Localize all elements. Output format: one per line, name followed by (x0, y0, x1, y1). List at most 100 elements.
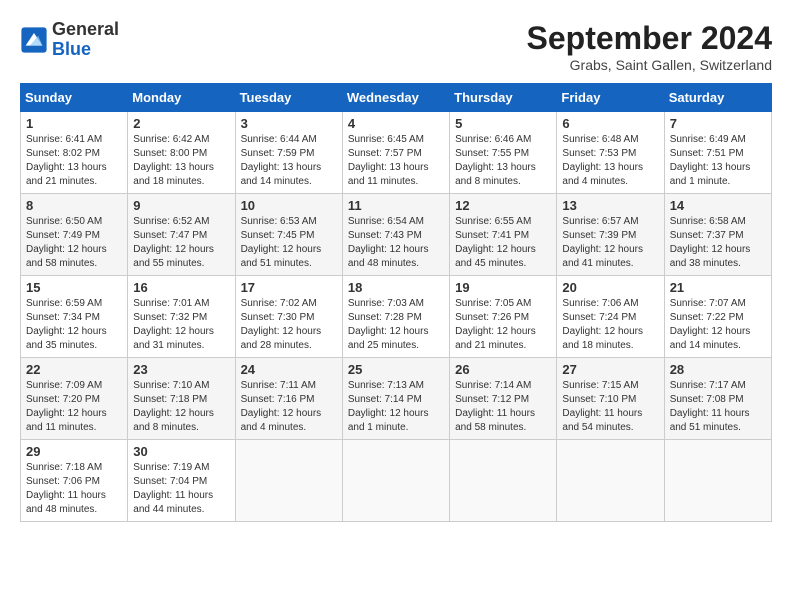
calendar-subtitle: Grabs, Saint Gallen, Switzerland (527, 57, 772, 73)
day-info: Sunrise: 7:14 AMSunset: 7:12 PMDaylight:… (455, 380, 535, 433)
day-number: 20 (562, 280, 658, 295)
calendar-cell: 20 Sunrise: 7:06 AMSunset: 7:24 PMDaylig… (557, 276, 664, 358)
calendar-cell: 16 Sunrise: 7:01 AMSunset: 7:32 PMDaylig… (128, 276, 235, 358)
calendar-cell (235, 440, 342, 522)
day-info: Sunrise: 7:07 AMSunset: 7:22 PMDaylight:… (670, 298, 751, 351)
header-row: SundayMondayTuesdayWednesdayThursdayFrid… (21, 84, 772, 112)
day-info: Sunrise: 7:06 AMSunset: 7:24 PMDaylight:… (562, 298, 643, 351)
calendar-cell: 28 Sunrise: 7:17 AMSunset: 7:08 PMDaylig… (664, 358, 771, 440)
calendar-cell: 27 Sunrise: 7:15 AMSunset: 7:10 PMDaylig… (557, 358, 664, 440)
day-number: 24 (241, 362, 337, 377)
day-number: 14 (670, 198, 766, 213)
day-number: 27 (562, 362, 658, 377)
day-info: Sunrise: 6:45 AMSunset: 7:57 PMDaylight:… (348, 134, 429, 187)
calendar-cell: 11 Sunrise: 6:54 AMSunset: 7:43 PMDaylig… (342, 194, 449, 276)
calendar-cell: 10 Sunrise: 6:53 AMSunset: 7:45 PMDaylig… (235, 194, 342, 276)
calendar-cell (342, 440, 449, 522)
calendar-cell: 15 Sunrise: 6:59 AMSunset: 7:34 PMDaylig… (21, 276, 128, 358)
day-number: 18 (348, 280, 444, 295)
calendar-cell: 4 Sunrise: 6:45 AMSunset: 7:57 PMDayligh… (342, 112, 449, 194)
calendar-cell: 13 Sunrise: 6:57 AMSunset: 7:39 PMDaylig… (557, 194, 664, 276)
calendar-cell: 22 Sunrise: 7:09 AMSunset: 7:20 PMDaylig… (21, 358, 128, 440)
col-header-saturday: Saturday (664, 84, 771, 112)
day-number: 7 (670, 116, 766, 131)
day-info: Sunrise: 7:05 AMSunset: 7:26 PMDaylight:… (455, 298, 536, 351)
calendar-cell: 7 Sunrise: 6:49 AMSunset: 7:51 PMDayligh… (664, 112, 771, 194)
calendar-cell: 2 Sunrise: 6:42 AMSunset: 8:00 PMDayligh… (128, 112, 235, 194)
calendar-cell: 25 Sunrise: 7:13 AMSunset: 7:14 PMDaylig… (342, 358, 449, 440)
col-header-friday: Friday (557, 84, 664, 112)
day-number: 19 (455, 280, 551, 295)
day-info: Sunrise: 6:54 AMSunset: 7:43 PMDaylight:… (348, 216, 429, 269)
day-info: Sunrise: 7:19 AMSunset: 7:04 PMDaylight:… (133, 462, 213, 515)
day-number: 30 (133, 444, 229, 459)
day-info: Sunrise: 6:49 AMSunset: 7:51 PMDaylight:… (670, 134, 751, 187)
week-row-5: 29 Sunrise: 7:18 AMSunset: 7:06 PMDaylig… (21, 440, 772, 522)
calendar-cell (450, 440, 557, 522)
calendar-cell: 21 Sunrise: 7:07 AMSunset: 7:22 PMDaylig… (664, 276, 771, 358)
calendar-cell: 17 Sunrise: 7:02 AMSunset: 7:30 PMDaylig… (235, 276, 342, 358)
day-number: 9 (133, 198, 229, 213)
day-number: 23 (133, 362, 229, 377)
day-number: 3 (241, 116, 337, 131)
calendar-table: SundayMondayTuesdayWednesdayThursdayFrid… (20, 83, 772, 522)
calendar-cell: 24 Sunrise: 7:11 AMSunset: 7:16 PMDaylig… (235, 358, 342, 440)
logo-icon (20, 26, 48, 54)
calendar-cell: 26 Sunrise: 7:14 AMSunset: 7:12 PMDaylig… (450, 358, 557, 440)
day-number: 13 (562, 198, 658, 213)
day-number: 25 (348, 362, 444, 377)
col-header-thursday: Thursday (450, 84, 557, 112)
day-info: Sunrise: 6:44 AMSunset: 7:59 PMDaylight:… (241, 134, 322, 187)
logo: General Blue (20, 20, 119, 60)
day-info: Sunrise: 6:55 AMSunset: 7:41 PMDaylight:… (455, 216, 536, 269)
week-row-3: 15 Sunrise: 6:59 AMSunset: 7:34 PMDaylig… (21, 276, 772, 358)
day-info: Sunrise: 6:41 AMSunset: 8:02 PMDaylight:… (26, 134, 107, 187)
day-info: Sunrise: 6:59 AMSunset: 7:34 PMDaylight:… (26, 298, 107, 351)
day-number: 4 (348, 116, 444, 131)
calendar-cell: 12 Sunrise: 6:55 AMSunset: 7:41 PMDaylig… (450, 194, 557, 276)
day-number: 21 (670, 280, 766, 295)
day-info: Sunrise: 6:57 AMSunset: 7:39 PMDaylight:… (562, 216, 643, 269)
day-info: Sunrise: 7:10 AMSunset: 7:18 PMDaylight:… (133, 380, 214, 433)
week-row-1: 1 Sunrise: 6:41 AMSunset: 8:02 PMDayligh… (21, 112, 772, 194)
col-header-monday: Monday (128, 84, 235, 112)
day-number: 16 (133, 280, 229, 295)
day-info: Sunrise: 6:58 AMSunset: 7:37 PMDaylight:… (670, 216, 751, 269)
calendar-cell: 9 Sunrise: 6:52 AMSunset: 7:47 PMDayligh… (128, 194, 235, 276)
day-number: 15 (26, 280, 122, 295)
calendar-cell: 1 Sunrise: 6:41 AMSunset: 8:02 PMDayligh… (21, 112, 128, 194)
calendar-cell: 6 Sunrise: 6:48 AMSunset: 7:53 PMDayligh… (557, 112, 664, 194)
col-header-sunday: Sunday (21, 84, 128, 112)
calendar-cell: 18 Sunrise: 7:03 AMSunset: 7:28 PMDaylig… (342, 276, 449, 358)
day-number: 11 (348, 198, 444, 213)
calendar-cell: 19 Sunrise: 7:05 AMSunset: 7:26 PMDaylig… (450, 276, 557, 358)
week-row-2: 8 Sunrise: 6:50 AMSunset: 7:49 PMDayligh… (21, 194, 772, 276)
calendar-cell: 14 Sunrise: 6:58 AMSunset: 7:37 PMDaylig… (664, 194, 771, 276)
day-number: 22 (26, 362, 122, 377)
day-info: Sunrise: 7:15 AMSunset: 7:10 PMDaylight:… (562, 380, 642, 433)
col-header-wednesday: Wednesday (342, 84, 449, 112)
logo-blue: Blue (52, 39, 91, 59)
day-info: Sunrise: 7:01 AMSunset: 7:32 PMDaylight:… (133, 298, 214, 351)
day-info: Sunrise: 7:11 AMSunset: 7:16 PMDaylight:… (241, 380, 322, 433)
day-info: Sunrise: 6:42 AMSunset: 8:00 PMDaylight:… (133, 134, 214, 187)
day-number: 8 (26, 198, 122, 213)
day-number: 5 (455, 116, 551, 131)
calendar-cell (664, 440, 771, 522)
day-number: 2 (133, 116, 229, 131)
day-number: 28 (670, 362, 766, 377)
day-number: 12 (455, 198, 551, 213)
calendar-cell: 3 Sunrise: 6:44 AMSunset: 7:59 PMDayligh… (235, 112, 342, 194)
week-row-4: 22 Sunrise: 7:09 AMSunset: 7:20 PMDaylig… (21, 358, 772, 440)
logo-general: General (52, 19, 119, 39)
day-number: 17 (241, 280, 337, 295)
calendar-cell: 30 Sunrise: 7:19 AMSunset: 7:04 PMDaylig… (128, 440, 235, 522)
calendar-title: September 2024 (527, 20, 772, 57)
day-info: Sunrise: 6:53 AMSunset: 7:45 PMDaylight:… (241, 216, 322, 269)
page-header: General Blue September 2024 Grabs, Saint… (20, 20, 772, 73)
day-info: Sunrise: 7:03 AMSunset: 7:28 PMDaylight:… (348, 298, 429, 351)
day-number: 1 (26, 116, 122, 131)
day-info: Sunrise: 7:09 AMSunset: 7:20 PMDaylight:… (26, 380, 107, 433)
calendar-cell (557, 440, 664, 522)
day-info: Sunrise: 7:13 AMSunset: 7:14 PMDaylight:… (348, 380, 429, 433)
